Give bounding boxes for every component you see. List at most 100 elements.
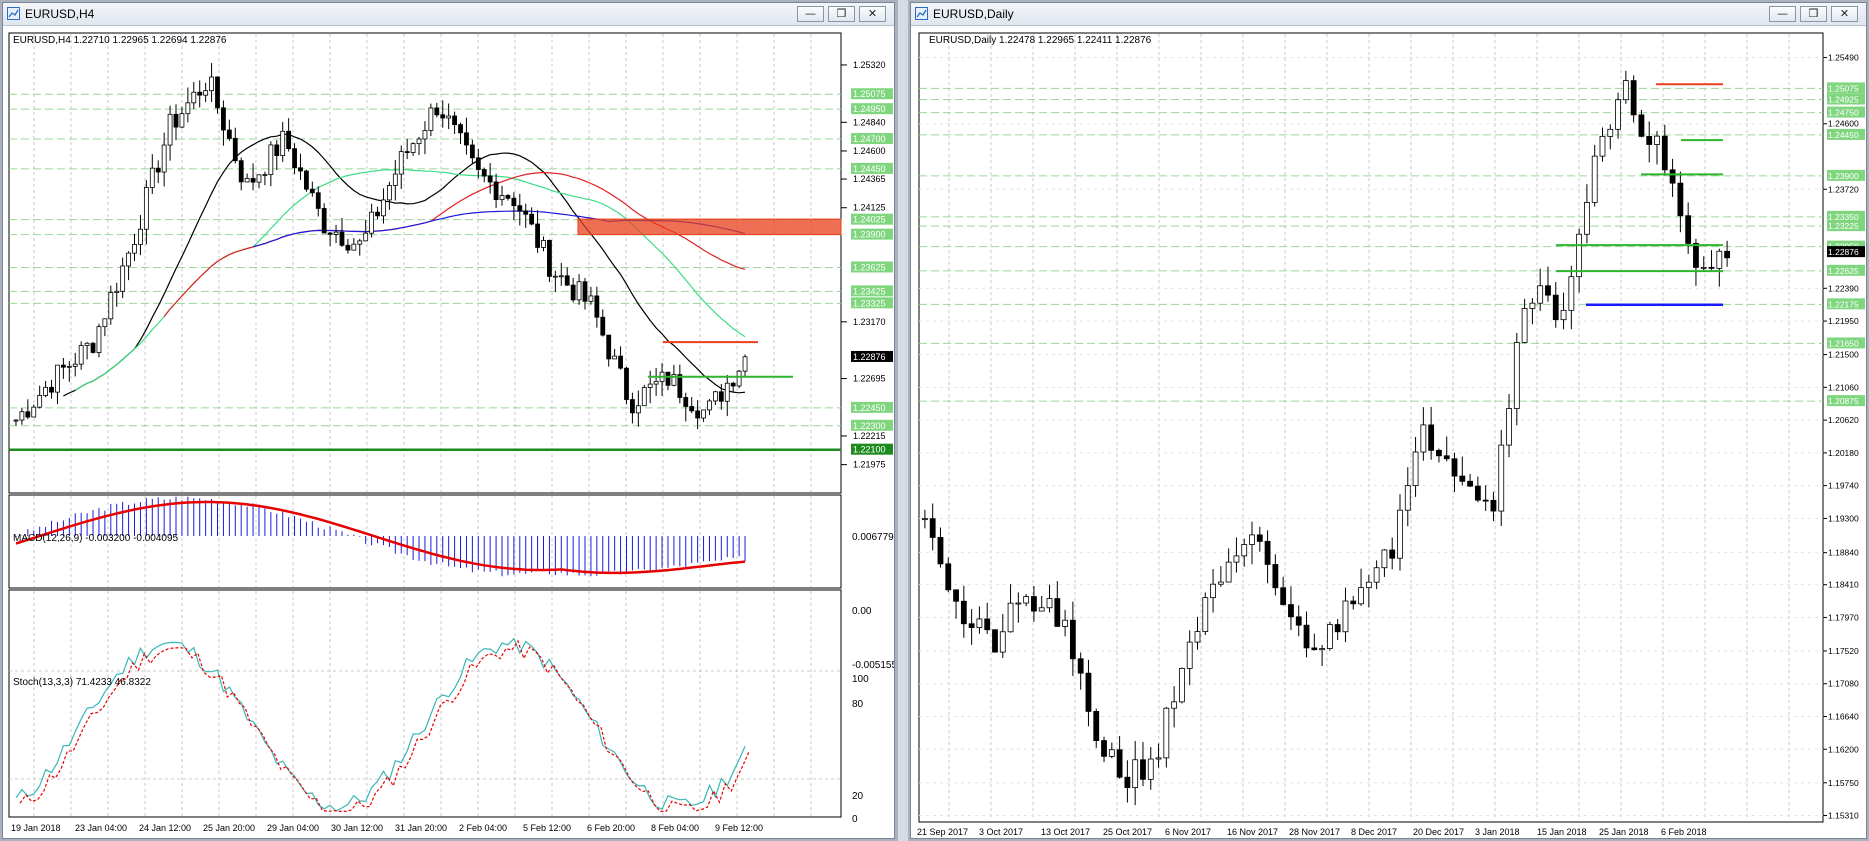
price-label: 1.23325 <box>853 298 886 308</box>
candle-body <box>1724 250 1731 259</box>
candle-body <box>1194 631 1201 643</box>
current-price-label: 1.22876 <box>853 352 886 362</box>
candle-body <box>1140 759 1146 780</box>
candle-body <box>1529 302 1536 309</box>
candle-body <box>1545 285 1551 296</box>
candle-body <box>1062 619 1068 627</box>
price-label: 1.25075 <box>853 89 886 99</box>
candle-body <box>309 188 315 194</box>
candle-body <box>1342 600 1349 633</box>
price-label: 1.23425 <box>853 286 886 296</box>
candle-body <box>1654 135 1660 145</box>
candle-body <box>43 386 49 396</box>
time-label: 6 Nov 2017 <box>1165 827 1211 837</box>
candle-body <box>493 181 499 201</box>
candle-body <box>351 243 357 251</box>
price-label: 1.24450 <box>1828 130 1859 140</box>
stoch-label: Stoch(13,3,3) 71.4233 46.8322 <box>13 677 151 688</box>
candle-body <box>1365 581 1372 589</box>
candle-body <box>999 631 1006 653</box>
candle-body <box>452 115 457 126</box>
candle-body <box>446 115 452 119</box>
support-price-label: 1.22100 <box>853 445 886 455</box>
close-button[interactable]: ✕ <box>859 6 886 22</box>
candle-body <box>1615 99 1621 130</box>
candle-body <box>1202 597 1209 632</box>
candle-body <box>1132 759 1139 789</box>
price-label: 1.24600 <box>853 146 886 156</box>
candle-body <box>114 290 120 293</box>
resistance-zone[interactable] <box>577 218 842 236</box>
time-label: 16 Nov 2017 <box>1227 827 1278 837</box>
candle-body <box>564 275 570 286</box>
candle-body <box>1474 485 1481 501</box>
daily-chart-window[interactable]: EURUSD,Daily — ❐ ✕ 1.25490 1.25075 1.24925… <box>910 2 1867 839</box>
candle-body <box>929 518 936 538</box>
price-label: 1.22695 <box>853 374 886 384</box>
price-label: 1.22215 <box>853 431 886 441</box>
h4-title-bar[interactable]: EURUSD,H4 — ❐ ✕ <box>3 3 894 26</box>
candle-body <box>1326 624 1333 649</box>
minimize-button[interactable]: — <box>797 6 824 22</box>
drawn-objects[interactable] <box>9 218 842 451</box>
candle-body <box>1584 201 1590 235</box>
price-label: 1.19300 <box>1828 513 1859 523</box>
candle-body <box>375 211 380 217</box>
candle-body <box>1217 581 1224 585</box>
price-label: 1.21500 <box>1828 350 1859 360</box>
h4-chart-area[interactable]: 1.25320 1.25075 1.24950 1.24840 1.24700 1.246… <box>3 25 894 838</box>
candle-body <box>594 295 600 318</box>
candle-body <box>149 167 155 188</box>
window-splitter[interactable] <box>898 0 908 841</box>
candle-body <box>1186 641 1193 669</box>
stoch-80: 80 <box>852 699 864 710</box>
candle-body <box>321 208 327 234</box>
candle-body <box>1560 309 1567 321</box>
candle-body <box>1630 80 1637 116</box>
time-label: 20 Dec 2017 <box>1413 827 1464 837</box>
candle-body <box>1225 561 1232 583</box>
price-label: 1.22390 <box>1828 283 1859 293</box>
candle-body <box>1373 567 1380 583</box>
daily-title-bar[interactable]: EURUSD,Daily — ❐ ✕ <box>911 3 1866 26</box>
price-label: 1.22175 <box>1828 299 1859 309</box>
candle-body <box>1093 711 1100 741</box>
restore-button[interactable]: ❐ <box>1800 6 1827 22</box>
candle-body <box>1622 80 1629 101</box>
candle-body <box>1521 308 1528 343</box>
candle-body <box>1023 596 1030 604</box>
candle-body <box>529 213 535 225</box>
candle-body <box>369 211 375 234</box>
time-label: 19 Jan 2018 <box>11 823 61 833</box>
daily-chart-area[interactable]: 1.25490 1.25075 1.24925 1.247501.246001.244… <box>911 25 1866 838</box>
candle-body <box>960 600 967 625</box>
candle-body <box>126 252 131 267</box>
candle-body <box>630 399 635 414</box>
candle-body <box>60 364 66 368</box>
candle-body <box>1303 624 1310 649</box>
candle-body <box>404 151 410 154</box>
h4-chart-window[interactable]: EURUSD,H4 — ❐ ✕ 1.25320 1.25075 1.24950 1.2… <box>2 2 895 839</box>
candle-body <box>1295 616 1302 626</box>
candle-body <box>600 316 606 336</box>
restore-button[interactable]: ❐ <box>828 6 855 22</box>
candle-body <box>1436 449 1442 457</box>
candle-body <box>683 397 689 407</box>
candle-body <box>327 232 333 235</box>
price-label: 1.24450 <box>853 164 886 174</box>
candle-body <box>730 382 736 387</box>
time-label: 8 Dec 2017 <box>1351 827 1397 837</box>
candle-body <box>552 275 558 278</box>
minimize-button[interactable]: — <box>1769 6 1796 22</box>
candle-body <box>434 107 440 116</box>
candle-body <box>108 292 114 320</box>
candle-body <box>558 275 564 278</box>
candle-body <box>635 405 641 414</box>
candle-body <box>1490 499 1497 512</box>
candle-body <box>357 240 363 245</box>
close-button[interactable]: ✕ <box>1831 6 1858 22</box>
price-label: 1.20875 <box>1828 396 1859 406</box>
candle-body <box>1599 135 1606 157</box>
candle-body <box>541 239 546 248</box>
candle-body <box>120 265 126 292</box>
